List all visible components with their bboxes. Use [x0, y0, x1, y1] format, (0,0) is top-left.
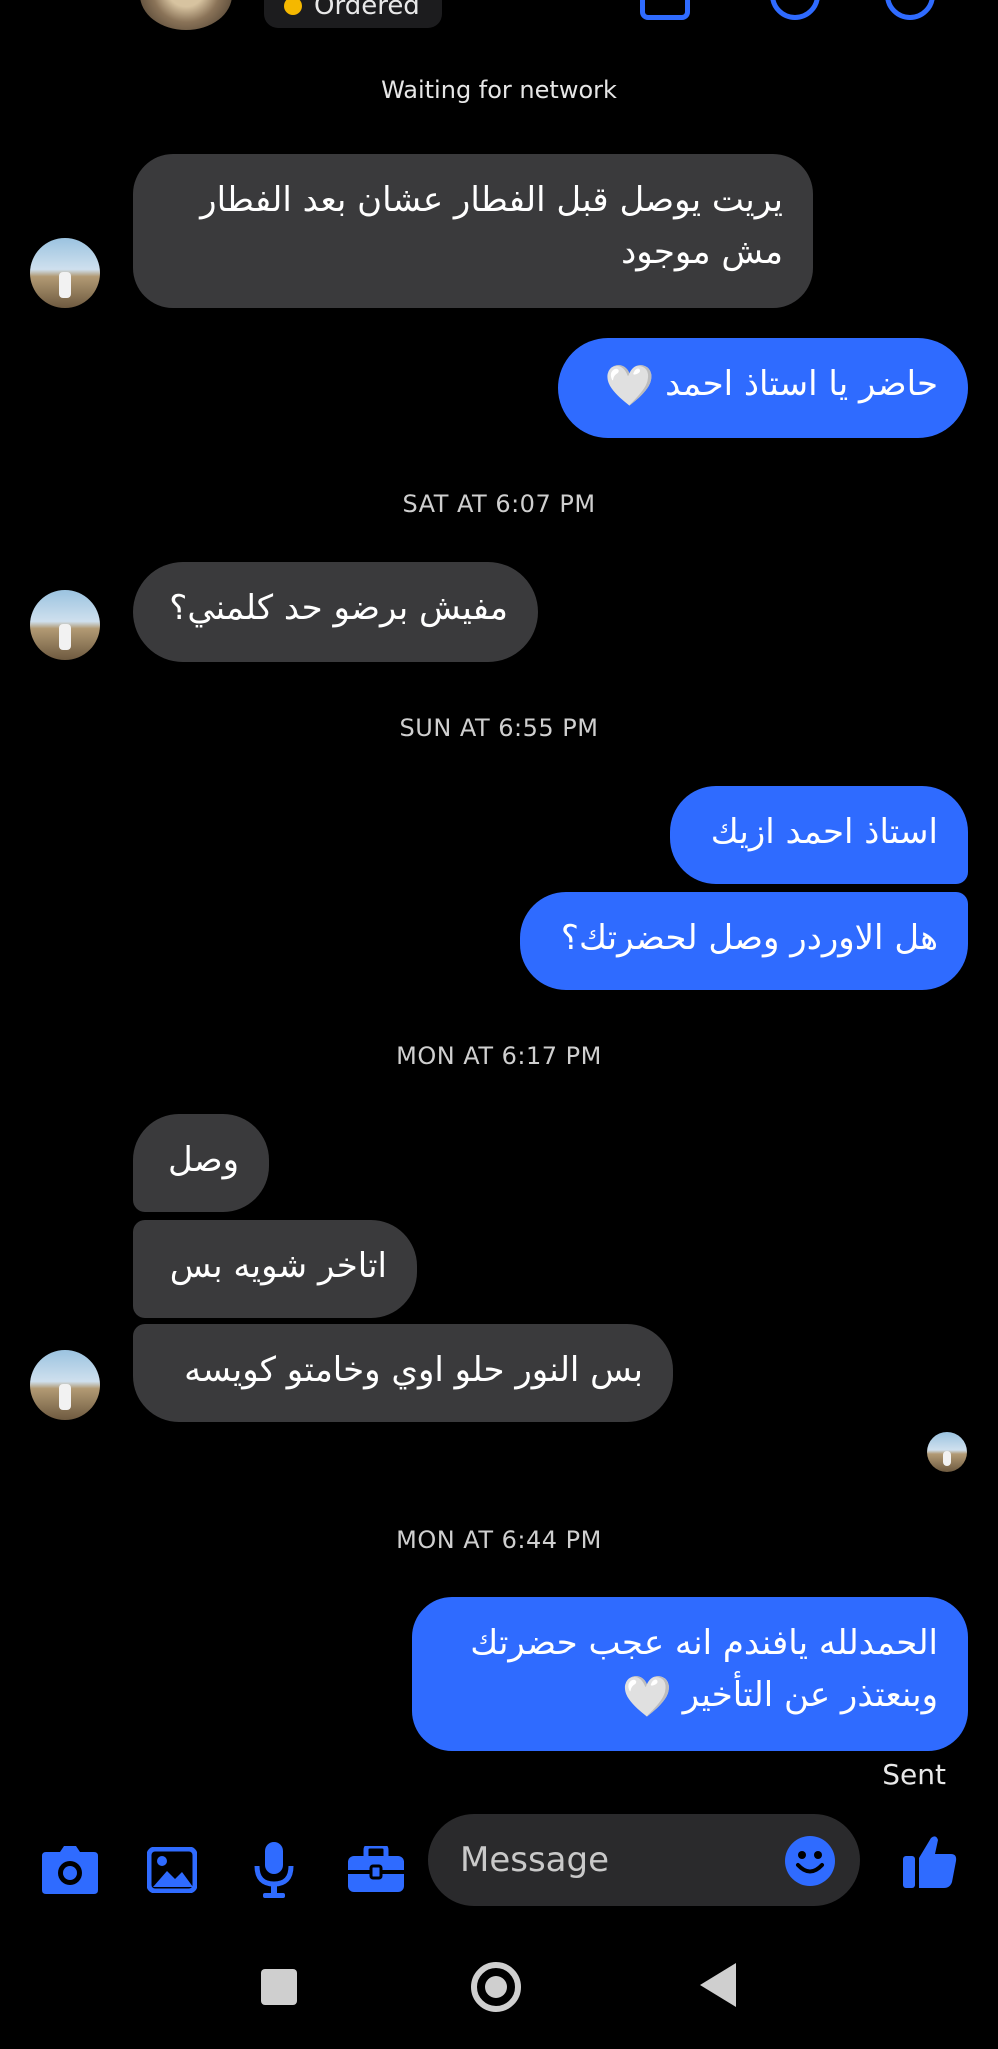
sender-avatar — [30, 590, 100, 660]
microphone-icon[interactable] — [244, 1840, 304, 1900]
order-status-badge[interactable]: Ordered — [264, 0, 442, 28]
message-text: الحمدلله يافندم انه عجب حضرتك وبنعتذر عن… — [470, 1623, 938, 1715]
sender-avatar — [30, 1350, 100, 1420]
timestamp: MON AT 6:17 PM — [396, 1042, 602, 1070]
network-status: Waiting for network — [381, 76, 617, 104]
recent-apps-button[interactable] — [261, 1969, 297, 2005]
video-call-icon[interactable] — [770, 0, 820, 20]
seen-avatar — [927, 1432, 967, 1472]
phone-icon[interactable] — [640, 0, 690, 20]
message-incoming[interactable]: وصل — [133, 1114, 269, 1212]
message-outgoing[interactable]: الحمدلله يافندم انه عجب حضرتك وبنعتذر عن… — [412, 1597, 968, 1751]
info-icon[interactable] — [885, 0, 935, 20]
camera-icon[interactable] — [40, 1840, 100, 1900]
message-input[interactable] — [458, 1839, 762, 1881]
white-heart-icon: 🤍 — [604, 362, 655, 409]
status-dot-icon — [284, 0, 302, 15]
timestamp: SUN AT 6:55 PM — [399, 714, 599, 742]
emoji-icon[interactable] — [785, 1836, 835, 1886]
message-text: حاضر يا استاذ احمد — [665, 364, 938, 404]
message-incoming[interactable]: بس النور حلو اوي وخامتو كويسه — [133, 1324, 673, 1422]
delivery-status: Sent — [882, 1758, 946, 1791]
sender-avatar — [30, 238, 100, 308]
back-button[interactable] — [700, 1963, 736, 2007]
message-incoming[interactable]: يريت يوصل قبل الفطار عشان بعد الفطار مش … — [133, 154, 813, 308]
message-outgoing[interactable]: هل الاوردر وصل لحضرتك؟ — [520, 892, 968, 990]
contact-avatar[interactable] — [140, 0, 232, 30]
message-outgoing[interactable]: استاذ احمد ازيك — [670, 786, 968, 884]
timestamp: MON AT 6:44 PM — [396, 1526, 602, 1554]
message-incoming[interactable]: مفيش برضو حد كلمني؟ — [133, 562, 538, 662]
briefcase-icon[interactable] — [346, 1840, 406, 1900]
message-outgoing[interactable]: حاضر يا استاذ احمد 🤍 — [558, 338, 968, 438]
thumbs-up-icon[interactable] — [900, 1832, 960, 1892]
message-incoming[interactable]: اتاخر شويه بس — [133, 1220, 417, 1318]
order-status-label: Ordered — [314, 0, 420, 21]
image-icon[interactable] — [142, 1840, 202, 1900]
home-button[interactable] — [471, 1962, 521, 2012]
timestamp: SAT AT 6:07 PM — [402, 490, 596, 518]
white-heart-icon: 🤍 — [622, 1673, 672, 1720]
